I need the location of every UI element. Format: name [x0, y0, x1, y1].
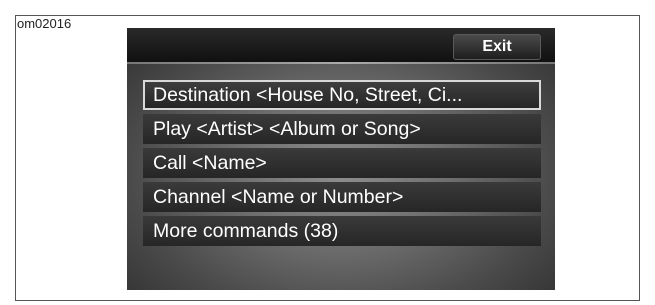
- menu-item-channel[interactable]: Channel <Name or Number>: [143, 182, 541, 212]
- voice-command-screen: Exit Destination <House No, Street, Ci..…: [127, 28, 555, 290]
- menu-item-destination[interactable]: Destination <House No, Street, Ci...: [143, 80, 541, 110]
- figure-id: om02016: [17, 16, 72, 31]
- menu-item-call[interactable]: Call <Name>: [143, 148, 541, 178]
- command-menu: Destination <House No, Street, Ci... Pla…: [143, 80, 541, 250]
- top-bar-divider: [127, 62, 555, 64]
- exit-button[interactable]: Exit: [453, 34, 541, 60]
- top-bar: Exit: [127, 28, 555, 64]
- menu-item-play[interactable]: Play <Artist> <Album or Song>: [143, 114, 541, 144]
- menu-item-more-commands[interactable]: More commands (38): [143, 216, 541, 246]
